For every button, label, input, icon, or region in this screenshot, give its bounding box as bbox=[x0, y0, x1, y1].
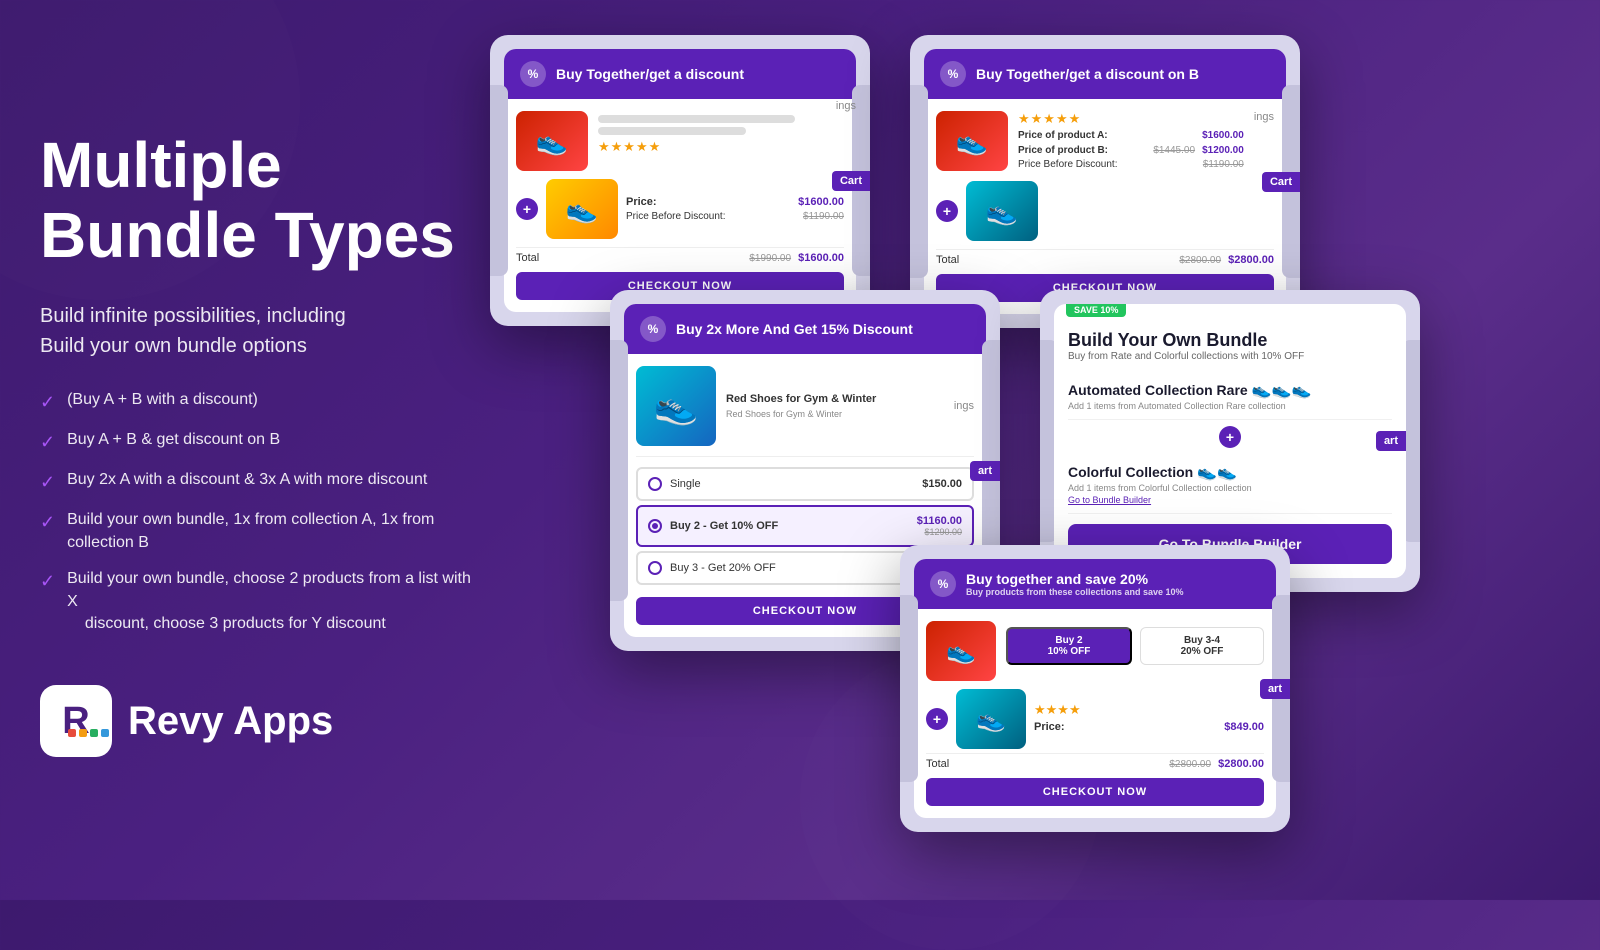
shoe-image-1: 👟 bbox=[516, 111, 588, 171]
features-list: ✓ (Buy A + B with a discount) ✓ Buy A + … bbox=[40, 389, 480, 636]
check-icon: ✓ bbox=[40, 390, 55, 415]
cart-label-4: art bbox=[1376, 431, 1406, 451]
plus-btn-4[interactable]: + bbox=[1219, 426, 1241, 448]
list-item: ✓ Build your own bundle, choose 2 produc… bbox=[40, 568, 480, 635]
card5-checkout-btn[interactable]: CHECKOUT NOW bbox=[926, 778, 1264, 806]
collection-rare: Automated Collection Rare 👟👟👟 Add 1 item… bbox=[1068, 372, 1392, 420]
percent-icon-3: % bbox=[640, 316, 666, 342]
bundle-card-1: % Buy Together/get a discount 👟 ★★★★★ in… bbox=[490, 35, 870, 326]
cart-label-2: Cart bbox=[1262, 172, 1286, 192]
shoe-image-6: 👟 bbox=[926, 621, 996, 681]
shoe-image-2: 👟 bbox=[546, 179, 618, 239]
percent-icon-5: % bbox=[930, 571, 956, 597]
card2-header: % Buy Together/get a discount on B bbox=[924, 49, 1286, 99]
check-icon: ✓ bbox=[40, 569, 55, 594]
left-panel: Multiple Bundle Types Build infinite pos… bbox=[40, 130, 480, 757]
collection-colorful: Colorful Collection 👟👟 Add 1 items from … bbox=[1068, 454, 1392, 514]
list-item: ✓ (Buy A + B with a discount) bbox=[40, 389, 480, 415]
option-single[interactable]: Single $150.00 bbox=[636, 467, 974, 501]
shoe-image-3: 👟 bbox=[936, 111, 1008, 171]
plus-btn-2[interactable]: + bbox=[936, 200, 958, 222]
bundle-card-5: % Buy together and save 20% Buy products… bbox=[900, 545, 1290, 832]
shoe-image-5: 👟 bbox=[636, 366, 716, 446]
stars-2: ★★★★★ bbox=[1018, 111, 1244, 127]
list-item: ✓ Buy A + B & get discount on B bbox=[40, 429, 480, 455]
check-icon: ✓ bbox=[40, 510, 55, 535]
go-to-builder-link[interactable]: Go to Bundle Builder bbox=[1068, 495, 1392, 505]
shoe-image-7: 👟 bbox=[956, 689, 1026, 749]
card3-header: % Buy 2x More And Get 15% Discount bbox=[624, 304, 986, 354]
partial-left-1 bbox=[490, 85, 508, 276]
buy2-btn[interactable]: Buy 210% OFF bbox=[1006, 627, 1132, 665]
list-item: ✓ Build your own bundle, 1x from collect… bbox=[40, 509, 480, 554]
plus-btn-5[interactable]: + bbox=[926, 708, 948, 730]
logo-box: R bbox=[40, 685, 112, 757]
radio-buy2 bbox=[648, 519, 662, 533]
main-title: Multiple Bundle Types bbox=[40, 130, 480, 271]
partial-left-3 bbox=[610, 340, 628, 601]
brand-name: Revy Apps bbox=[128, 699, 333, 744]
plus-btn-1[interactable]: + bbox=[516, 198, 538, 220]
card5-header: % Buy together and save 20% Buy products… bbox=[914, 559, 1276, 609]
card1-header: % Buy Together/get a discount bbox=[504, 49, 856, 99]
stars-5: ★★★★ bbox=[1034, 702, 1264, 718]
check-icon: ✓ bbox=[40, 470, 55, 495]
save-badge: SAVE 10% bbox=[1066, 304, 1126, 317]
logo-area: R Revy Apps bbox=[40, 685, 480, 757]
partial-left-5 bbox=[900, 595, 918, 782]
radio-single bbox=[648, 477, 662, 491]
cart-label-1: Cart bbox=[832, 171, 856, 191]
radio-buy3 bbox=[648, 561, 662, 575]
option-buy2[interactable]: Buy 2 - Get 10% OFF $1160.00 $1290.00 bbox=[636, 505, 974, 547]
stars-1: ★★★★★ bbox=[598, 139, 844, 155]
cart-label-3: art bbox=[970, 461, 986, 481]
buy34-btn[interactable]: Buy 3-420% OFF bbox=[1140, 627, 1264, 665]
percent-icon: % bbox=[520, 61, 546, 87]
subtitle: Build infinite possibilities, includingB… bbox=[40, 301, 480, 361]
percent-icon-2: % bbox=[940, 61, 966, 87]
bundle-card-2: % Buy Together/get a discount on B 👟 ★★★… bbox=[910, 35, 1300, 328]
check-icon: ✓ bbox=[40, 430, 55, 455]
cart-label-5: art bbox=[1260, 679, 1276, 699]
shoe-image-4: 👟 bbox=[966, 181, 1038, 241]
list-item: ✓ Buy 2x A with a discount & 3x A with m… bbox=[40, 469, 480, 495]
